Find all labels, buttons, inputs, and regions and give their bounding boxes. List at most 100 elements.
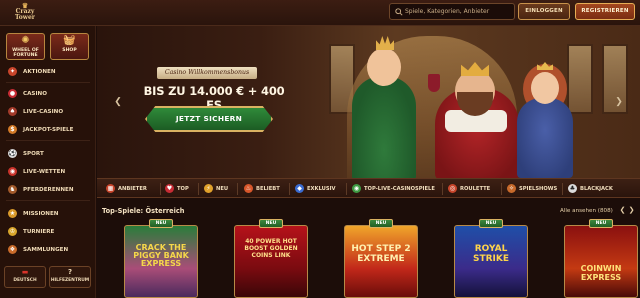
sidebar-item-aktionen[interactable]: ✦ AKTIONEN — [0, 64, 96, 80]
login-button[interactable]: EINLOGGEN — [518, 3, 570, 20]
category-label: EXKLUSIV — [307, 186, 336, 192]
missions-icon: ★ — [8, 209, 17, 218]
category-label: TOP — [177, 186, 189, 192]
search-icon — [395, 8, 403, 16]
wheel-icon: ✺ — [21, 35, 30, 46]
jackpot-icon: $ — [8, 125, 17, 134]
game-title: CRACK THE PIGGY BANK EXPRESS — [133, 243, 189, 268]
sidebar-item-missionen[interactable]: ★ MISSIONEN — [0, 206, 96, 222]
category-label: ROULETTE — [460, 186, 491, 192]
sidebar-item-label: CASINO — [23, 91, 47, 97]
gift-icon: ✦ — [8, 67, 17, 76]
help-center-label: HILFEZENTRUM — [50, 278, 90, 283]
sidebar-item-pferderennen[interactable]: ♞ PFERDERENNEN — [0, 182, 96, 198]
game-title: HOT STEP 2 EXTREME — [351, 244, 411, 264]
logo-text: Crazy Tower — [15, 8, 35, 21]
game-card-crack-the-piggy-bank[interactable]: CRACK THE PIGGY BANK EXPRESS — [124, 225, 198, 298]
category-separator — [237, 183, 238, 195]
sidebar-item-casino[interactable]: ● CASINO — [0, 86, 96, 102]
sidebar-item-label: MISSIONEN — [23, 211, 59, 217]
category-label: ANBIETER — [118, 186, 147, 192]
goblet-icon — [428, 74, 440, 92]
category-separator — [442, 183, 443, 195]
princess-head — [531, 72, 559, 104]
cherries-icon: ● — [8, 89, 17, 98]
site-logo[interactable]: ♛ Crazy Tower — [7, 2, 43, 23]
sidebar-divider — [6, 82, 90, 83]
category-label: NEU — [216, 186, 229, 192]
sidebar-divider — [6, 140, 90, 141]
view-all-link[interactable]: Alle ansehen (808) — [560, 208, 613, 214]
austria-flag-icon: ▬ — [21, 268, 29, 276]
game-card-hot-step-2[interactable]: HOT STEP 2 EXTREME — [344, 225, 418, 298]
sidebar-item-turniere[interactable]: ♔ TURNIERE — [0, 224, 96, 240]
sidebar-divider — [6, 200, 90, 201]
sidebar-item-label: SAMMLUNGEN — [23, 247, 69, 253]
sidebar-item-label: PFERDERENNEN — [23, 187, 74, 193]
live-casino-icon: ♠ — [8, 107, 17, 116]
bonus-ribbon: Casino Willkommensbonus — [157, 67, 257, 79]
games-section-title: Top-Spiele: Österreich — [102, 207, 185, 215]
wheel-of-fortune-tile[interactable]: ✺ WHEEL OF FORTUNE — [6, 33, 45, 60]
help-icon: ? — [67, 268, 73, 276]
new-badge: NEU — [479, 219, 503, 228]
carousel-next-icon[interactable]: ❯ — [627, 206, 636, 214]
live-icon: ◉ — [352, 184, 361, 193]
hero-prev-arrow[interactable]: ❮ — [113, 96, 123, 108]
search-input[interactable] — [405, 5, 513, 18]
game-card-40-power-hot[interactable]: 40 POWER HOT BOOST GOLDEN COINS LINK — [234, 225, 308, 298]
shop-label: SHOP — [62, 48, 77, 53]
new-badge: NEU — [369, 219, 393, 228]
search-box[interactable] — [389, 3, 515, 20]
language-label: DEUTSCH — [13, 278, 37, 283]
horse-icon: ♞ — [8, 185, 17, 194]
princess-crown-icon — [537, 62, 553, 70]
princess-illustration — [517, 98, 573, 178]
carousel-prev-icon[interactable]: ❮ — [618, 206, 627, 214]
queen-head — [367, 48, 401, 86]
sidebar: ✺ WHEEL OF FORTUNE 🧺 SHOP ✦ AKTIONEN ● C… — [0, 26, 96, 298]
sidebar-item-jackpot[interactable]: $ JACKPOT-SPIELE — [0, 122, 96, 138]
sidebar-item-sammlungen[interactable]: ❖ SAMMLUNGEN — [0, 242, 96, 258]
sidebar-item-label: AKTIONEN — [23, 69, 56, 75]
category-bar: ▦ ANBIETER ♥ TOP ⚡ NEU ♨ BELIEBT ◆ EXKLU… — [97, 178, 640, 198]
top-bar: ♛ Crazy Tower EINLOGGEN REGISTRIEREN — [0, 0, 640, 26]
category-label: BLACKJACK — [580, 186, 613, 192]
top-icon: ♥ — [165, 184, 174, 193]
sidebar-item-live-casino[interactable]: ♠ LIVE-CASINO — [0, 104, 96, 120]
wheel-of-fortune-label: WHEEL OF FORTUNE — [12, 48, 39, 58]
flame-icon: ♨ — [244, 184, 253, 193]
category-separator — [160, 183, 161, 195]
category-label: SPIELSHOWS — [519, 186, 558, 192]
sidebar-item-live-wetten[interactable]: ◉ LIVE-WETTEN — [0, 164, 96, 180]
hero-banner: ❮ ❯ Casino Willkommensbonus BIS ZU 14.00… — [97, 26, 640, 178]
game-title: COINWIN EXPRESS — [580, 264, 622, 282]
lightning-icon: ⚡ — [204, 184, 213, 193]
live-bet-icon: ◉ — [8, 167, 17, 176]
category-separator — [501, 183, 502, 195]
shop-tile[interactable]: 🧺 SHOP — [50, 33, 89, 60]
shop-basket-icon: 🧺 — [63, 35, 76, 46]
spielshows-icon: ✧ — [507, 184, 516, 193]
new-badge: NEU — [259, 219, 283, 228]
category-separator — [562, 183, 563, 195]
provider-icon: ▦ — [106, 184, 115, 193]
game-title: 40 POWER HOT BOOST GOLDEN COINS LINK — [244, 238, 298, 259]
register-button[interactable]: REGISTRIEREN — [575, 3, 635, 20]
sidebar-bottom: ▬ DEUTSCH ? HILFEZENTRUM — [0, 266, 96, 298]
soccer-ball-icon: ⚽ — [8, 149, 17, 158]
sidebar-item-sport[interactable]: ⚽ SPORT — [0, 146, 96, 162]
category-separator — [198, 183, 199, 195]
language-button[interactable]: ▬ DEUTSCH — [4, 266, 46, 288]
game-card-royal-strike[interactable]: ROYAL STRIKE — [454, 225, 528, 298]
claim-bonus-button[interactable]: JETZT SICHERN — [145, 106, 273, 132]
game-card-coinwin-express[interactable]: COINWIN EXPRESS — [564, 225, 638, 298]
castle-window — [567, 44, 593, 114]
games-carousel-arrows: ❮ ❯ — [618, 206, 638, 216]
trophy-icon: ♔ — [8, 227, 17, 236]
hero-next-arrow[interactable]: ❯ — [614, 96, 624, 108]
help-center-button[interactable]: ? HILFEZENTRUM — [49, 266, 91, 288]
roulette-icon: ◎ — [448, 184, 457, 193]
category-label: TOP-LIVE-CASINOSPIELE — [364, 186, 435, 192]
queen-illustration — [352, 76, 416, 178]
